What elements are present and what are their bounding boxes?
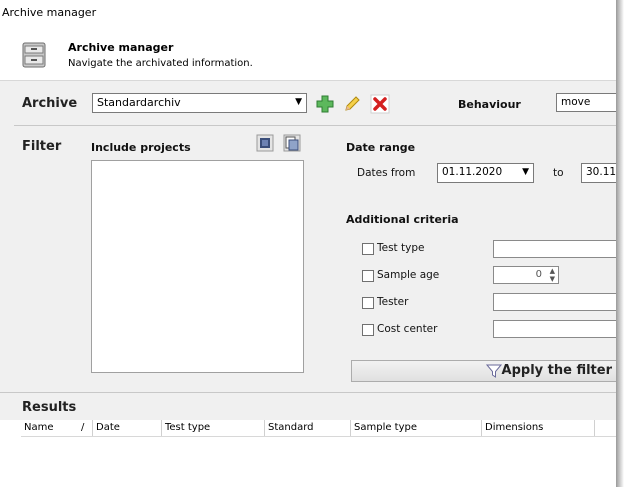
separator-bottom [0, 392, 616, 393]
pencil-icon[interactable] [342, 94, 362, 114]
include-projects-label: Include projects [91, 141, 191, 154]
archive-label: Archive [22, 96, 78, 111]
select-all-icon[interactable] [256, 134, 274, 152]
dates-from-label: Dates from [357, 167, 416, 179]
sample-age-value: 0 [535, 269, 542, 280]
column-name[interactable]: Name [21, 420, 78, 436]
window-title: Archive manager [2, 6, 97, 19]
select-projects-icon[interactable] [283, 134, 301, 152]
test-type-checkbox[interactable] [362, 243, 374, 255]
tester-field[interactable] [493, 293, 616, 311]
behaviour-label: Behaviour [458, 98, 521, 111]
results-label: Results [22, 400, 77, 415]
header-subtitle: Navigate the archivated information. [68, 58, 253, 69]
additional-criteria-label: Additional criteria [346, 213, 459, 226]
sample-age-checkbox[interactable] [362, 270, 374, 282]
chevron-down-icon: ▼ [295, 97, 302, 107]
date-range-label: Date range [346, 141, 416, 154]
header-divider [21, 436, 616, 437]
header-panel: Archive manager Navigate the archivated … [0, 32, 616, 81]
header-title: Archive manager [68, 41, 174, 54]
date-to-picker[interactable]: 30.11.2 [581, 163, 616, 183]
date-to-value: 30.11.2 [586, 166, 616, 178]
date-from-value: 01.11.2020 [442, 166, 503, 178]
spin-arrows-icon[interactable]: ▲ ▼ [550, 267, 555, 283]
separator-top [14, 125, 616, 126]
title-bar: Archive manager [0, 0, 616, 32]
cost-center-label: Cost center [377, 323, 438, 335]
apply-filter-button[interactable]: Apply the filter [351, 360, 616, 382]
column-sample-type[interactable]: Sample type [351, 420, 482, 436]
tester-label: Tester [377, 296, 409, 308]
funnel-icon [486, 364, 502, 378]
cost-center-checkbox[interactable] [362, 324, 374, 336]
plus-icon[interactable] [315, 94, 335, 114]
to-label: to [553, 167, 564, 179]
chevron-down-icon: ▼ [522, 167, 529, 177]
filter-label: Filter [22, 139, 62, 154]
sort-indicator: / [78, 420, 93, 436]
behaviour-select-value: move [561, 96, 591, 108]
apply-filter-label: Apply the filter [501, 363, 612, 378]
archive-manager-window: Archive manager Archive manager Navigate… [0, 0, 616, 487]
tester-checkbox[interactable] [362, 297, 374, 309]
cost-center-field[interactable] [493, 320, 616, 338]
window-shadow [616, 0, 624, 487]
sample-age-spinbox[interactable]: 0 ▲ ▼ [493, 266, 559, 284]
archive-select[interactable]: Standardarchiv ▼ [92, 93, 307, 113]
red-x-icon[interactable] [370, 94, 390, 114]
column-dimensions[interactable]: Dimensions [482, 420, 595, 436]
archive-select-value: Standardarchiv [97, 96, 181, 109]
column-date[interactable]: Date [93, 420, 162, 436]
sample-age-label: Sample age [377, 269, 440, 281]
behaviour-select[interactable]: move [556, 93, 616, 112]
test-type-field[interactable] [493, 240, 616, 258]
archive-cabinet-icon [22, 42, 46, 68]
column-test-type[interactable]: Test type [162, 420, 265, 436]
column-standard[interactable]: Standard [265, 420, 351, 436]
projects-list[interactable] [91, 160, 304, 373]
test-type-label: Test type [377, 242, 425, 254]
date-from-picker[interactable]: 01.11.2020 ▼ [437, 163, 534, 183]
